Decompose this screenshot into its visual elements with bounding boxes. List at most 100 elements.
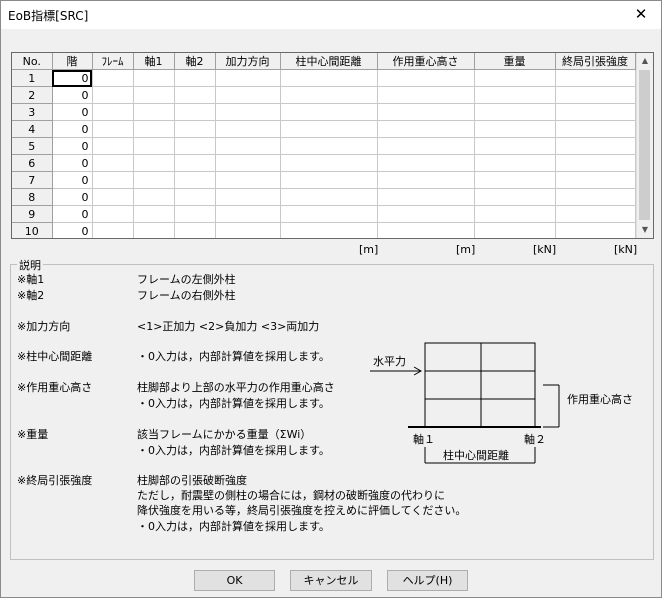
grid-cell[interactable] [215,171,281,189]
grid-cell[interactable] [215,103,281,121]
grid-cell[interactable] [280,137,378,155]
close-icon[interactable]: ✕ [621,1,661,29]
grid-cell[interactable] [555,103,636,121]
grid-cell[interactable] [280,69,378,87]
grid-cell[interactable] [133,154,175,172]
grid-cell[interactable] [555,137,636,155]
scroll-down-icon[interactable]: ▼ [637,222,653,238]
grid-cell[interactable] [92,86,134,104]
grid-cell[interactable] [377,188,475,206]
grid-cell[interactable] [377,171,475,189]
grid-cell[interactable] [555,86,636,104]
grid-cell[interactable] [92,69,134,87]
grid-cell[interactable] [280,86,378,104]
grid-cell[interactable] [133,86,175,104]
grid-cell[interactable] [133,103,175,121]
grid-cell[interactable] [474,103,556,121]
cell-floor[interactable]: 0 [52,154,93,172]
grid-cell[interactable] [555,222,636,238]
ok-button[interactable]: OK [194,570,275,591]
grid-cell[interactable] [377,205,475,223]
grid-cell[interactable] [92,154,134,172]
cell-floor[interactable]: 0 [52,188,93,206]
cell-floor[interactable]: 0 [52,86,93,104]
grid-cell[interactable] [215,86,281,104]
grid-cell[interactable] [280,188,378,206]
grid-cell[interactable] [174,69,216,87]
grid-cell[interactable] [377,120,475,138]
grid-cell[interactable] [555,69,636,87]
grid-cell[interactable] [474,205,556,223]
grid-cell[interactable] [174,222,216,238]
cell-floor[interactable]: 0 [52,120,93,138]
grid-cell[interactable] [474,171,556,189]
grid-cell[interactable] [377,154,475,172]
help-button[interactable]: ヘルプ(H) [387,570,468,591]
grid-cell[interactable] [377,69,475,87]
grid-cell[interactable] [280,120,378,138]
grid-cell[interactable] [133,188,175,206]
grid-cell[interactable] [92,137,134,155]
grid-cell[interactable] [133,205,175,223]
grid-cell[interactable] [215,222,281,238]
cell-floor[interactable]: 0 [52,171,93,189]
grid-cell[interactable] [215,154,281,172]
grid-cell[interactable] [92,171,134,189]
grid-cell[interactable] [474,137,556,155]
grid-cell[interactable] [377,137,475,155]
cell-floor[interactable]: 0 [52,103,93,121]
grid-cell[interactable] [174,137,216,155]
grid-cell[interactable] [215,205,281,223]
grid-cell[interactable] [280,171,378,189]
grid-cell[interactable] [133,222,175,238]
grid-cell[interactable] [215,137,281,155]
grid-cell[interactable] [555,188,636,206]
cancel-button[interactable]: キャンセル [290,570,372,591]
grid-cell[interactable] [555,171,636,189]
grid-cell[interactable] [174,171,216,189]
grid-cell[interactable] [280,154,378,172]
grid-cell[interactable] [92,188,134,206]
grid-cell[interactable] [377,103,475,121]
grid-cell[interactable] [215,120,281,138]
grid-cell[interactable] [174,86,216,104]
grid-cell[interactable] [280,103,378,121]
scroll-thumb[interactable] [639,70,650,220]
grid-cell[interactable] [92,205,134,223]
cell-floor[interactable]: 0 [52,205,93,223]
row-number: 1 [12,69,53,87]
cell-floor[interactable]: 0 [52,222,93,238]
grid-cell[interactable] [555,205,636,223]
vertical-scrollbar[interactable]: ▲ ▼ [636,53,653,238]
grid-cell[interactable] [474,222,556,238]
grid-cell[interactable] [92,120,134,138]
grid-cell[interactable] [133,171,175,189]
grid-cell[interactable] [377,222,475,238]
grid-cell[interactable] [133,69,175,87]
grid-cell[interactable] [474,154,556,172]
grid-cell[interactable] [92,103,134,121]
grid-cell[interactable] [555,120,636,138]
scroll-up-icon[interactable]: ▲ [637,53,653,69]
grid-cell[interactable] [280,222,378,238]
grid-cell[interactable] [133,137,175,155]
grid-cell[interactable] [474,188,556,206]
grid-cell[interactable] [377,86,475,104]
grid-cell[interactable] [280,205,378,223]
grid-cell[interactable] [92,222,134,238]
cell-floor[interactable]: 0 [52,69,93,87]
grid-cell[interactable] [474,69,556,87]
cell-floor[interactable]: 0 [52,137,93,155]
data-grid[interactable]: No. 階ﾌﾚｰﾑ 軸1 軸2 加力方向 柱中心間距離 作用重心高さ 重量 終局引張強度 102… [11,52,654,239]
grid-cell[interactable] [215,188,281,206]
grid-cell[interactable] [133,120,175,138]
grid-cell[interactable] [474,86,556,104]
grid-cell[interactable] [174,103,216,121]
grid-cell[interactable] [215,69,281,87]
grid-cell[interactable] [474,120,556,138]
grid-cell[interactable] [174,154,216,172]
grid-cell[interactable] [555,154,636,172]
grid-cell[interactable] [174,205,216,223]
grid-cell[interactable] [174,188,216,206]
grid-cell[interactable] [174,120,216,138]
